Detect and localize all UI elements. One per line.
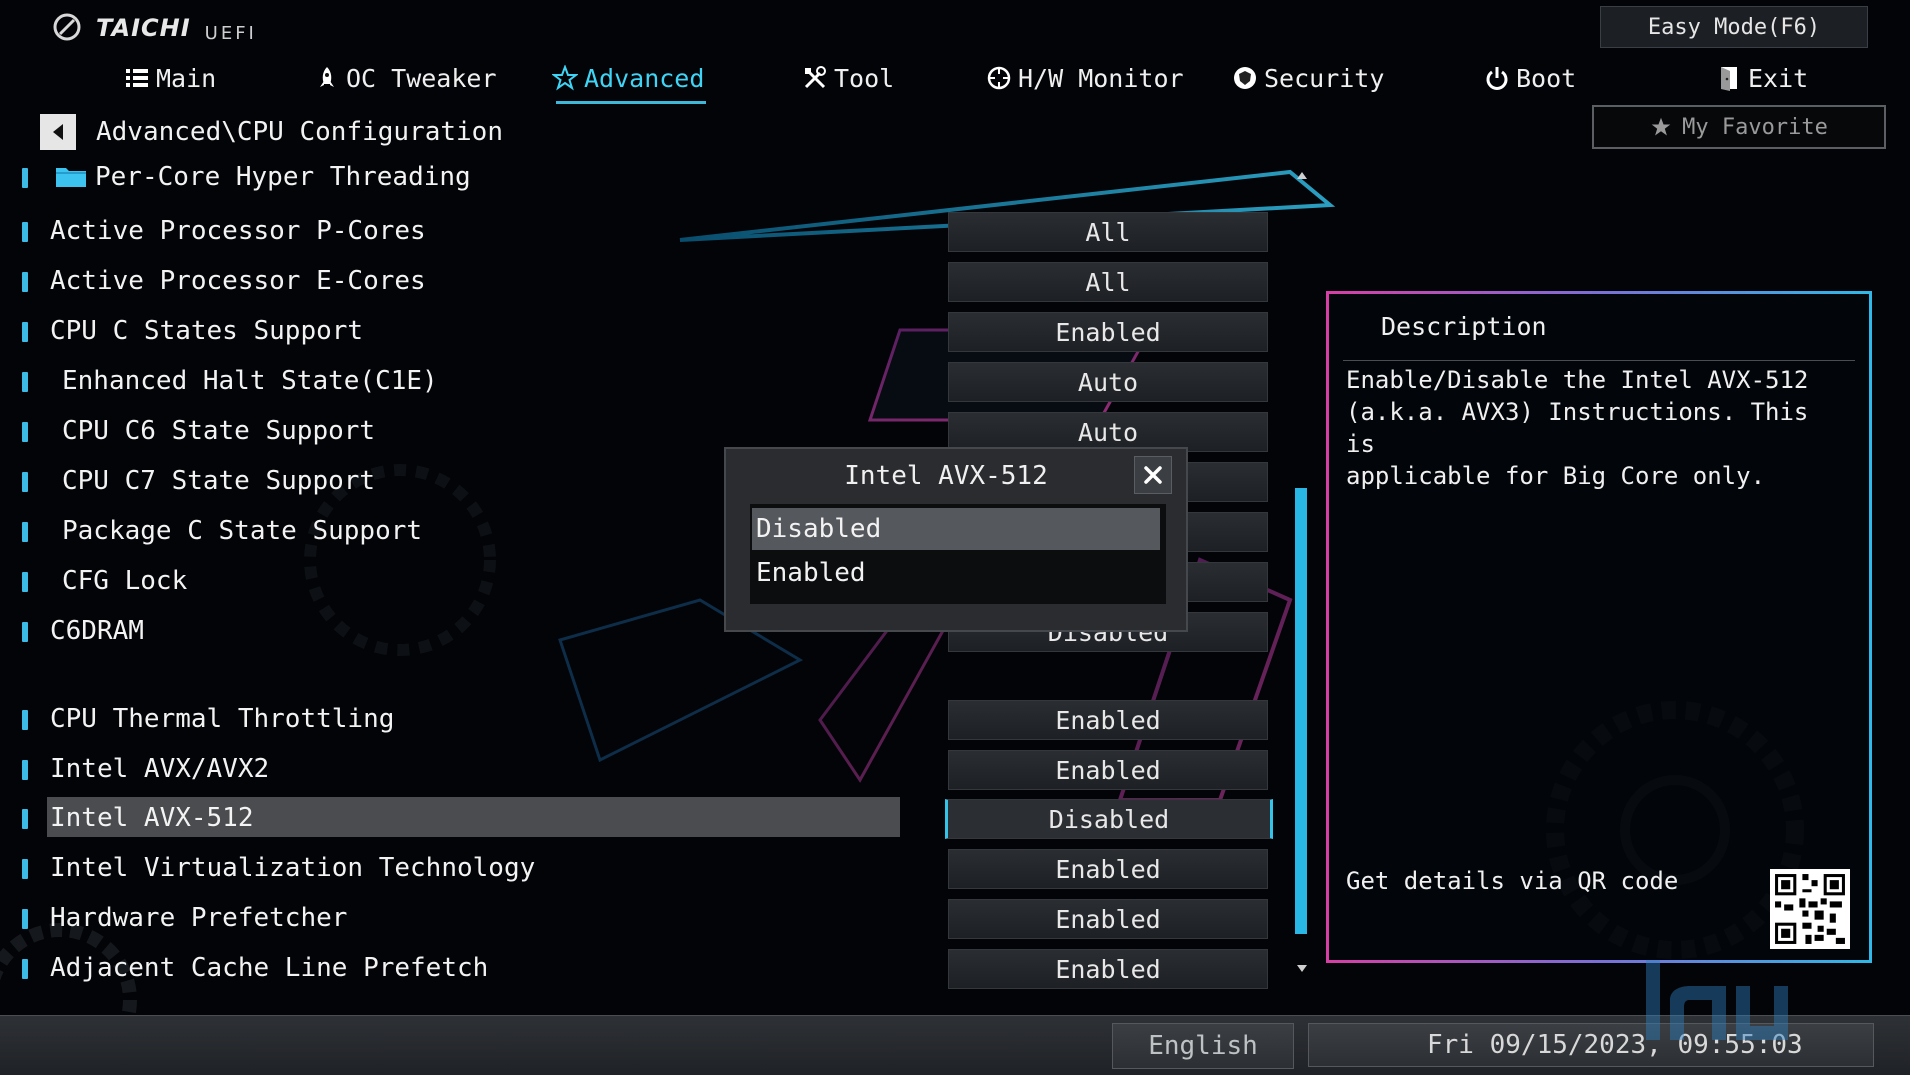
setting-value[interactable]: All xyxy=(948,262,1268,302)
setting-value[interactable]: Disabled xyxy=(945,799,1273,839)
my-favorite-button[interactable]: My Favorite xyxy=(1592,105,1886,149)
setting-value[interactable]: All xyxy=(948,212,1268,252)
my-favorite-label: My Favorite xyxy=(1682,114,1828,140)
setting-value[interactable]: Enabled xyxy=(948,899,1268,939)
setting-value[interactable]: Auto xyxy=(948,362,1268,402)
description-panel: Description Enable/Disable the Intel AVX… xyxy=(1326,291,1872,963)
row-marker xyxy=(22,522,28,542)
easy-mode-button[interactable]: Easy Mode(F6) xyxy=(1600,6,1868,48)
description-title: Description xyxy=(1381,312,1547,341)
setting-row-intel-avx-avx2[interactable]: Intel AVX/AVX2 Enabled xyxy=(0,748,1300,792)
setting-label: Active Processor P-Cores xyxy=(50,216,426,246)
row-marker xyxy=(22,168,28,188)
popup-option-list: Disabled Enabled xyxy=(750,504,1166,604)
row-marker xyxy=(22,322,28,342)
setting-value[interactable]: Auto xyxy=(948,412,1268,452)
tab-exit-label: Exit xyxy=(1748,63,1809,93)
scroll-down-arrow-icon[interactable] xyxy=(1297,965,1307,972)
setting-row-intel-virtualization[interactable]: Intel Virtualization Technology Enabled xyxy=(0,847,1300,891)
row-marker xyxy=(22,272,28,292)
setting-label: Enhanced Halt State(C1E) xyxy=(62,366,438,396)
setting-label: CPU Thermal Throttling xyxy=(50,704,395,734)
setting-label: CPU C7 State Support xyxy=(62,466,376,496)
star-icon xyxy=(1651,117,1671,136)
setting-label: Per-Core Hyper Threading xyxy=(95,162,471,192)
power-icon xyxy=(1486,67,1508,90)
qr-label: Get details via QR code xyxy=(1346,867,1679,895)
setting-row-cpu-c-states[interactable]: CPU C States Support Enabled xyxy=(0,310,1300,354)
row-marker xyxy=(22,760,28,780)
popup-close-button[interactable] xyxy=(1134,456,1172,494)
qr-code xyxy=(1770,869,1850,949)
row-marker xyxy=(22,572,28,592)
setting-row-hardware-prefetcher[interactable]: Hardware Prefetcher Enabled xyxy=(0,897,1300,941)
setting-row-enhanced-halt-state[interactable]: Enhanced Halt State(C1E) Auto xyxy=(0,360,1300,404)
setting-label: CFG Lock xyxy=(62,566,188,596)
setting-label: Intel AVX-512 xyxy=(50,803,254,833)
setting-value[interactable]: Enabled xyxy=(948,700,1268,740)
status-bar: English Fri 09/15/2023, 09:55:03 xyxy=(0,1015,1910,1075)
tab-boot-label: Boot xyxy=(1516,63,1577,93)
scroll-up-arrow-icon[interactable] xyxy=(1297,172,1307,179)
setting-row-active-e-cores[interactable]: Active Processor E-Cores All xyxy=(0,260,1300,304)
setting-label: Package C State Support xyxy=(62,516,423,546)
setting-label: CPU C6 State Support xyxy=(62,416,376,446)
setting-row-active-p-cores[interactable]: Active Processor P-Cores All xyxy=(0,210,1300,254)
option-popup: Intel AVX-512 Disabled Enabled xyxy=(724,447,1188,632)
setting-label: Active Processor E-Cores xyxy=(50,266,426,296)
row-marker xyxy=(22,422,28,442)
row-marker xyxy=(22,859,28,879)
description-divider xyxy=(1343,360,1855,361)
setting-row-adjacent-cache-line[interactable]: Adjacent Cache Line Prefetch Enabled xyxy=(0,947,1300,991)
tab-boot[interactable]: Boot xyxy=(1484,56,1576,100)
setting-value[interactable]: Enabled xyxy=(948,949,1268,989)
setting-label: Hardware Prefetcher xyxy=(50,903,348,933)
setting-value[interactable]: Enabled xyxy=(948,849,1268,889)
row-marker xyxy=(22,959,28,979)
scroll-thumb[interactable] xyxy=(1295,488,1307,934)
settings-scrollbar[interactable] xyxy=(1295,172,1309,972)
setting-label: Intel AVX/AVX2 xyxy=(50,754,270,784)
tab-exit[interactable]: Exit xyxy=(1716,56,1808,100)
folder-icon xyxy=(56,168,86,187)
setting-value[interactable]: Enabled xyxy=(948,750,1268,790)
row-marker xyxy=(22,472,28,492)
popup-title: Intel AVX-512 xyxy=(844,461,1048,491)
setting-label: Adjacent Cache Line Prefetch xyxy=(50,953,489,983)
row-marker xyxy=(22,622,28,642)
watermark-logo xyxy=(1646,960,1788,1040)
setting-label: C6DRAM xyxy=(50,616,144,646)
setting-label: CPU C States Support xyxy=(50,316,364,346)
language-button[interactable]: English xyxy=(1112,1023,1294,1069)
row-marker xyxy=(22,222,28,242)
close-icon xyxy=(1144,466,1162,484)
row-marker xyxy=(22,909,28,929)
exit-door-icon xyxy=(1721,67,1737,91)
row-marker xyxy=(22,710,28,730)
setting-label: Intel Virtualization Technology xyxy=(50,853,536,883)
description-text: Enable/Disable the Intel AVX-512 (a.k.a.… xyxy=(1346,366,1809,490)
row-marker xyxy=(22,372,28,392)
setting-value[interactable]: Enabled xyxy=(948,312,1268,352)
popup-option-enabled[interactable]: Enabled xyxy=(752,552,1160,594)
row-marker xyxy=(22,809,28,829)
popup-option-disabled[interactable]: Disabled xyxy=(752,508,1160,550)
setting-row-per-core-hyper-threading[interactable]: Per-Core Hyper Threading xyxy=(0,156,1300,200)
setting-row-intel-avx-512[interactable]: Intel AVX-512 Disabled xyxy=(0,797,1300,841)
setting-row-cpu-thermal-throttling[interactable]: CPU Thermal Throttling Enabled xyxy=(0,698,1300,742)
